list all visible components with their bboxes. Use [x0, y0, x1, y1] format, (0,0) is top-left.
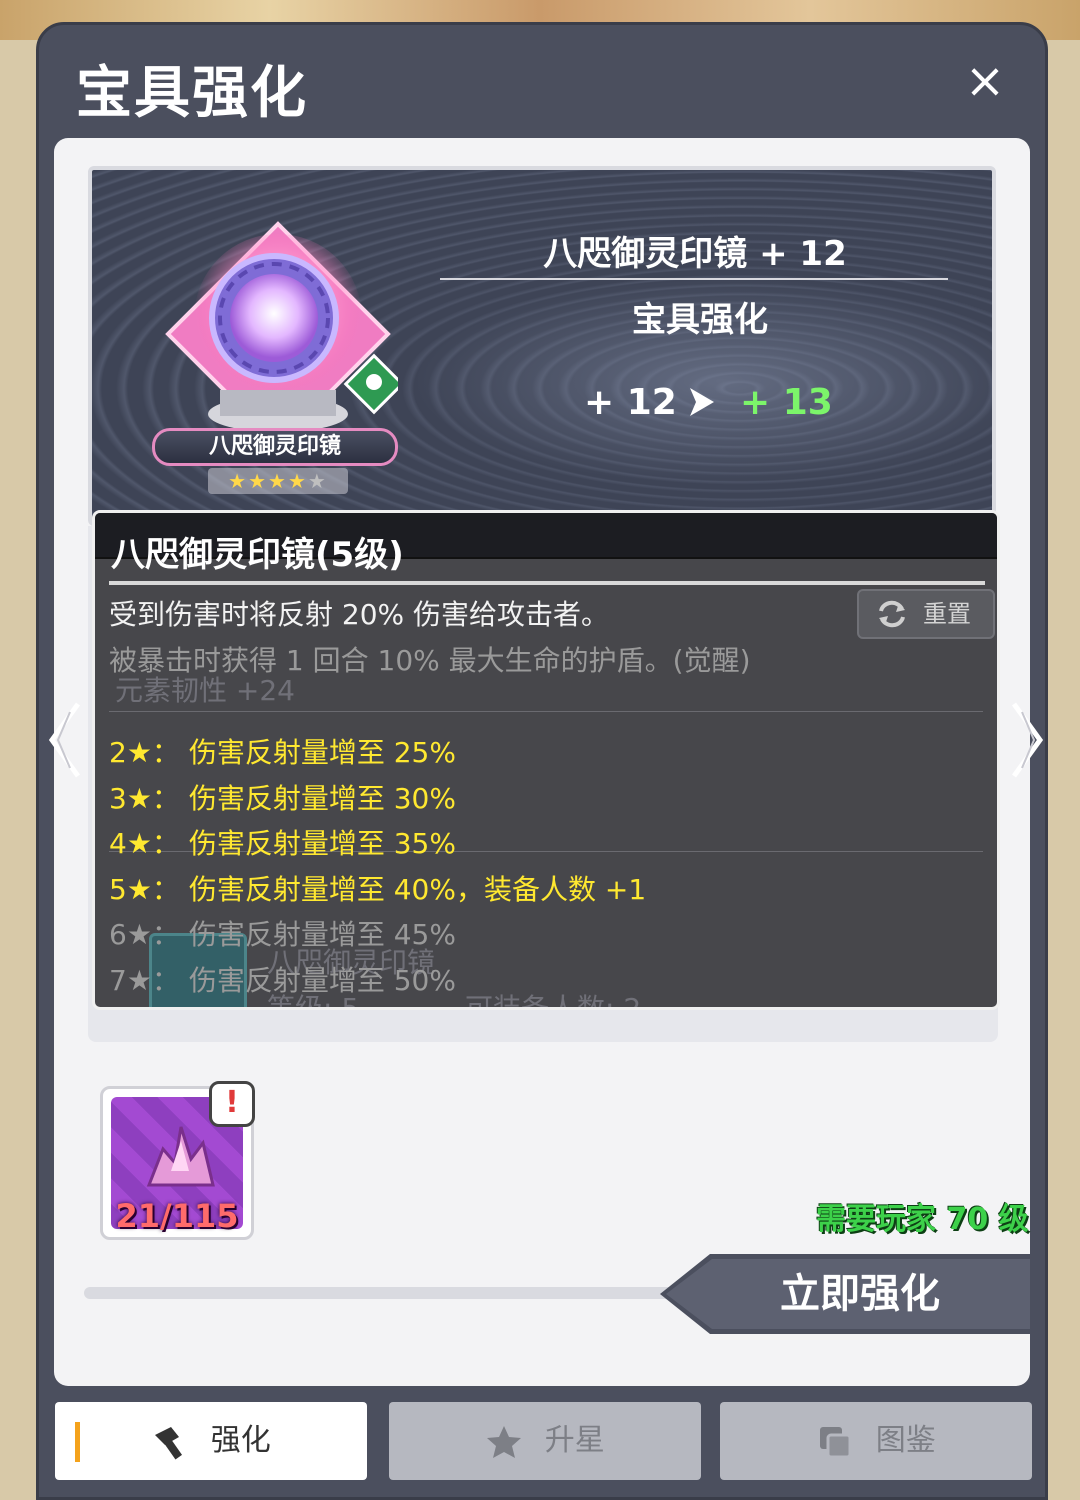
level-next: + 13	[740, 382, 833, 423]
crystal-shard-icon	[146, 1126, 215, 1187]
item-nameplate: 八咫御灵印镜	[152, 428, 398, 466]
reset-button[interactable]: 重置	[857, 589, 995, 639]
arrow-right-icon	[690, 388, 714, 416]
star-effect-line: 4★： 伤害反射量增至 35%	[109, 827, 456, 860]
item-name-level: 八咫御灵印镜 + 12	[543, 234, 847, 274]
separator	[109, 711, 983, 712]
star-effect-line: 6★： 伤害反射量增至 45%	[109, 918, 456, 951]
dialog-title: 宝具强化	[76, 61, 308, 126]
effect-description: 受到伤害时将反射 20% 伤害给攻击者。	[109, 598, 610, 631]
close-button[interactable]: ×	[960, 57, 1010, 108]
enhance-button-label: 立即强化	[780, 1271, 940, 1317]
star-empty-icon: ★	[307, 469, 328, 493]
item-tooltip: 八咫御灵印镜(5级) 元素韧性 +24 八咫御灵印镜 等级: 5 可装备人数: …	[92, 510, 1000, 1010]
star-effect-line: 3★： 伤害反射量增至 30%	[109, 781, 456, 815]
star-filled-icon: ★	[228, 469, 249, 493]
enhance-now-button[interactable]: 立即强化	[660, 1254, 1030, 1334]
hammer-icon	[155, 1426, 183, 1459]
chevron-right-icon[interactable]	[1008, 700, 1048, 780]
banner-subtitle: 宝具强化	[632, 300, 768, 340]
awaken-description: 被暴击时获得 1 回合 10% 最大生命的护盾。(觉醒)	[109, 644, 751, 677]
banner-divider	[440, 278, 948, 280]
mirror-emblem-icon	[165, 221, 398, 447]
star-effect-line: 7★： 伤害反射量增至 50%	[109, 963, 456, 997]
level-current: + 12	[584, 382, 677, 423]
star-effect-line: 2★： 伤害反射量增至 25%	[109, 736, 456, 769]
star-icon	[487, 1425, 522, 1458]
tab-star-up-label: 升星	[544, 1423, 605, 1458]
star-filled-icon: ★	[268, 469, 288, 493]
tab-enhance-label: 强化	[210, 1423, 271, 1458]
tooltip-divider	[109, 581, 985, 585]
refresh-icon	[879, 600, 905, 628]
star-effect-line: 5★： 伤害反射量增至 40%，装备人数 +1	[109, 872, 647, 906]
star-filled-icon: ★	[248, 469, 269, 493]
progress-bar	[84, 1287, 684, 1299]
tab-enhance[interactable]: 强化	[55, 1402, 367, 1480]
reset-label: 重置	[923, 600, 971, 628]
codex-icon	[820, 1426, 852, 1458]
active-tab-indicator	[75, 1422, 80, 1462]
level-requirement: 需要玩家 70 级	[816, 1202, 1029, 1237]
chevron-left-icon[interactable]	[44, 700, 84, 780]
star-rating: ★★★★★	[208, 468, 348, 494]
alert-icon: !	[209, 1081, 255, 1127]
star-filled-icon: ★	[287, 469, 308, 493]
tab-codex[interactable]: 图鉴	[720, 1402, 1032, 1480]
material-slot[interactable]: 21/115 !	[100, 1081, 255, 1240]
tab-star-up[interactable]: 升星	[389, 1402, 701, 1480]
tooltip-title: 八咫御灵印镜(5级)	[111, 535, 404, 575]
tab-codex-label: 图鉴	[875, 1423, 936, 1458]
ghost-equip-count: 可装备人数: 2	[465, 992, 642, 1010]
material-count: 21/115	[115, 1197, 239, 1235]
